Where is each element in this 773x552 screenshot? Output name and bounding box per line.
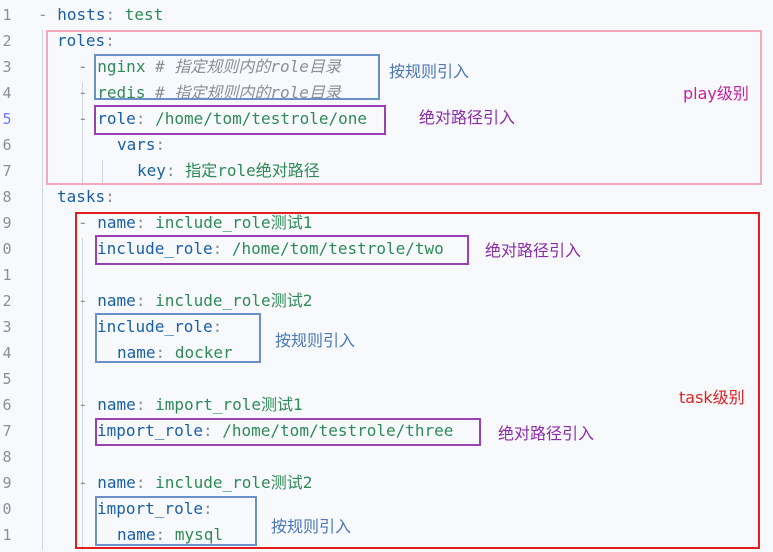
- line-number: 2: [2, 292, 12, 310]
- line-number: 5: [2, 370, 12, 388]
- rule-ref-box-1: [94, 54, 380, 100]
- rule-ref-box-2: [95, 313, 261, 363]
- abs-ref-label-1: 绝对路径引入: [419, 108, 516, 127]
- line-number: 0: [2, 500, 12, 518]
- abs-ref-label-2: 绝对路径引入: [485, 241, 582, 260]
- rule-ref-label-3: 按规则引入: [271, 517, 352, 536]
- line-number: 8: [2, 188, 12, 206]
- abs-ref-label-3: 绝对路径引入: [498, 424, 595, 443]
- yaml-key: hosts: [57, 5, 106, 24]
- abs-ref-box-1: [94, 105, 386, 135]
- line-number: 9: [2, 474, 12, 492]
- task-level-label: task级别: [679, 388, 745, 407]
- line-number: 0: [2, 240, 12, 258]
- line-number: 8: [2, 448, 12, 466]
- colon: :: [105, 5, 116, 24]
- abs-ref-box-2: [95, 235, 469, 265]
- line-number: 7: [2, 162, 12, 180]
- line-number: 1: [2, 526, 12, 544]
- line-number: 7: [2, 422, 12, 440]
- abs-ref-box-3: [95, 418, 481, 446]
- rule-ref-label-1: 按规则引入: [389, 62, 470, 81]
- code-line-1[interactable]: - hosts: test: [38, 2, 163, 28]
- line-number: 5: [2, 110, 12, 128]
- line-number: 6: [2, 396, 12, 414]
- rule-ref-box-3: [95, 496, 257, 546]
- yaml-value: test: [124, 5, 164, 24]
- line-number: 4: [2, 344, 12, 362]
- line-number: 4: [2, 84, 12, 102]
- line-number: 1: [2, 6, 12, 24]
- line-number: 1: [2, 266, 12, 284]
- play-level-label: play级别: [683, 84, 749, 103]
- rule-ref-label-2: 按规则引入: [275, 331, 356, 350]
- code-line-8[interactable]: tasks:: [57, 184, 115, 210]
- line-number: 2: [2, 32, 12, 50]
- list-dash: -: [38, 5, 48, 24]
- indent-guide: [42, 30, 43, 550]
- line-number: 3: [2, 318, 12, 336]
- line-number: 9: [2, 214, 12, 232]
- yaml-key: tasks: [57, 187, 106, 206]
- line-number: 3: [2, 58, 12, 76]
- colon: :: [105, 187, 115, 206]
- line-number: 6: [2, 136, 12, 154]
